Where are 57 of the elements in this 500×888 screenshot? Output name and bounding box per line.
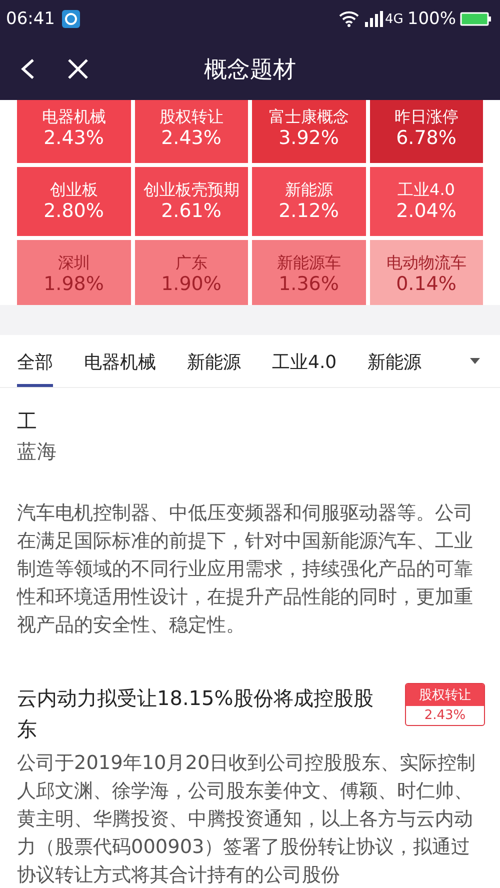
concept-name: 创业板壳预期 bbox=[143, 180, 240, 200]
caret-icon bbox=[469, 357, 481, 365]
concept-name: 广东 bbox=[175, 252, 208, 273]
article-title[interactable]: 工 bbox=[17, 406, 377, 437]
concept-change: 1.36% bbox=[278, 272, 339, 296]
wifi-icon bbox=[339, 11, 360, 27]
concept-tile[interactable]: 富士康概念 3.92% bbox=[252, 100, 366, 163]
category-tab[interactable]: 全部 bbox=[17, 335, 53, 387]
concept-change: 0.14% bbox=[396, 272, 456, 296]
concept-tile[interactable]: 股权转让 2.43% bbox=[134, 100, 248, 163]
concept-change: 2.04% bbox=[396, 200, 456, 224]
concept-tile[interactable]: 电动物流车 0.14% bbox=[370, 240, 483, 305]
concept-name: 工业4.0 bbox=[398, 180, 455, 200]
concept-name: 新能源 bbox=[284, 180, 333, 200]
concept-change: 2.43% bbox=[44, 126, 104, 150]
concept-tile[interactable]: 深圳 1.98% bbox=[17, 240, 130, 305]
concept-change: 2.12% bbox=[278, 200, 339, 224]
status-time: 06:41 bbox=[6, 9, 55, 29]
article-summary: 汽车电机控制器、中低压变频器和伺服驱动器等。公司在满足国际标准的前提下，针对中国新能源汽车、工业制造等领域的不同行业应用需求，持续强化产品的可靠性和环境适用性设计，在提升产品性能的同时，更加重视产品的安全性、稳定性。 bbox=[17, 500, 474, 638]
concept-name: 创业板 bbox=[50, 180, 98, 200]
battery-percent: 100% bbox=[407, 9, 456, 29]
concept-tile[interactable]: 电器机械 2.43% bbox=[17, 100, 130, 163]
signal-icon bbox=[365, 11, 384, 27]
concept-change: 2.61% bbox=[161, 200, 222, 224]
concept-name: 股权转让 bbox=[159, 106, 224, 127]
concept-change: 1.98% bbox=[44, 272, 104, 296]
category-tab[interactable]: 电器机械 bbox=[84, 335, 156, 387]
concept-change: 6.78% bbox=[396, 126, 456, 150]
concept-name: 新能源车 bbox=[276, 252, 341, 273]
concept-tile[interactable]: 创业板 2.80% bbox=[17, 167, 130, 236]
article-summary: 公司于2019年10月20日收到公司控股股东、实际控制人邱文渊、徐学海，公司股东姜仲文、傅颖、时仁帅、黄主明、华腾投资、中腾投资通知，以上各方与云内动力（股票代码000903）签署了股份转让协议，拟通过协议转让方式将其合计持有的公司股份 bbox=[17, 750, 477, 888]
page-title: 概念题材 bbox=[204, 56, 296, 82]
category-tab[interactable]: 新能源 bbox=[187, 335, 241, 387]
concept-change: 2.80% bbox=[44, 200, 104, 224]
article-title[interactable]: 云内动力拟受让18.15%股份将成控股股东 bbox=[17, 683, 377, 745]
concept-tile[interactable]: 新能源车 1.36% bbox=[252, 240, 366, 305]
concept-tile[interactable]: 广东 1.90% bbox=[134, 240, 248, 305]
category-tab[interactable]: 工业4.0 bbox=[272, 335, 337, 387]
concept-tag[interactable]: 股权转让 2.43% bbox=[405, 683, 485, 726]
concept-name: 富士康概念 bbox=[268, 106, 349, 127]
battery-icon bbox=[460, 11, 492, 27]
article-lead: 蓝海 bbox=[17, 440, 57, 463]
concept-tile[interactable]: 创业板壳预期 2.61% bbox=[134, 167, 248, 236]
concept-tile[interactable]: 新能源 2.12% bbox=[252, 167, 366, 236]
app-notification-icon bbox=[61, 9, 81, 29]
concept-name: 电器机械 bbox=[42, 106, 106, 127]
close-icon bbox=[66, 57, 90, 81]
concept-tile[interactable]: 昨日涨停 6.78% bbox=[370, 100, 483, 163]
concept-change: 3.92% bbox=[278, 126, 339, 150]
concept-name: 昨日涨停 bbox=[394, 106, 458, 127]
concept-tile[interactable]: 工业4.0 2.04% bbox=[370, 167, 483, 236]
concept-name: 深圳 bbox=[58, 252, 90, 273]
category-tab[interactable]: 新能源 bbox=[368, 335, 422, 387]
concept-change: 1.90% bbox=[161, 272, 222, 296]
concept-name: 电动物流车 bbox=[386, 252, 466, 273]
concept-change: 2.43% bbox=[161, 126, 222, 150]
network-type: 4G bbox=[385, 12, 404, 26]
